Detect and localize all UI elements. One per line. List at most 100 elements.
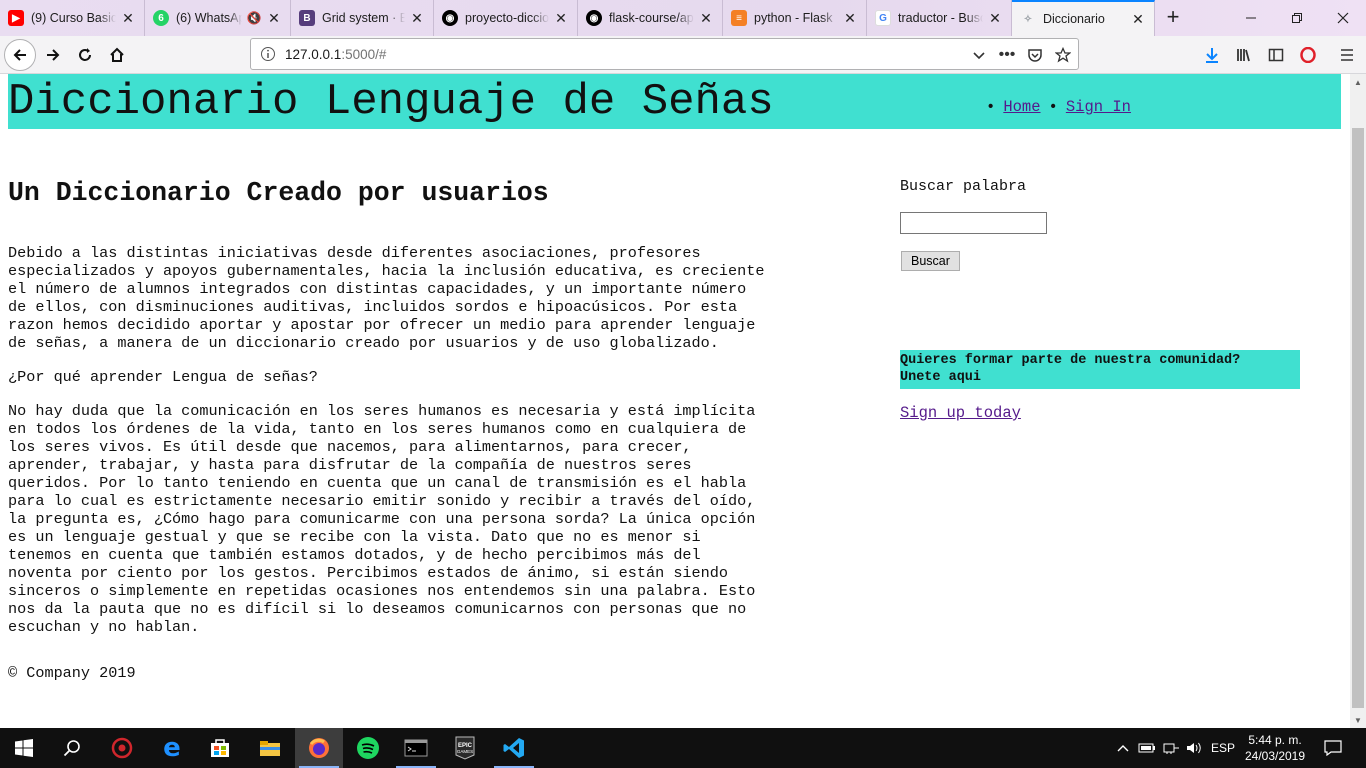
github-icon: ◉ bbox=[442, 10, 458, 26]
scroll-thumb[interactable] bbox=[1352, 128, 1364, 708]
tray-network[interactable] bbox=[1160, 728, 1182, 768]
close-icon[interactable]: ✕ bbox=[1130, 11, 1146, 28]
close-window-button[interactable] bbox=[1320, 0, 1366, 36]
clock-date: 24/03/2019 bbox=[1244, 749, 1306, 763]
tab-bootstrap[interactable]: B Grid system · Bo ✕ bbox=[291, 0, 434, 36]
new-tab-button[interactable]: + bbox=[1160, 5, 1186, 31]
close-icon[interactable]: ✕ bbox=[553, 10, 569, 27]
taskbar-clock[interactable]: 5:44 p. m. 24/03/2019 bbox=[1238, 732, 1312, 764]
arrow-right-icon bbox=[47, 49, 60, 61]
start-button[interactable] bbox=[0, 728, 48, 768]
star-icon bbox=[1055, 47, 1071, 63]
windows-start-icon bbox=[15, 739, 33, 757]
url-path: :5000/# bbox=[341, 47, 387, 62]
opera-extension-button[interactable] bbox=[1295, 42, 1321, 68]
sidebar-button[interactable] bbox=[1263, 42, 1289, 68]
search-button[interactable]: Buscar bbox=[901, 251, 960, 271]
tab-google[interactable]: G traductor - Busc ✕ bbox=[867, 0, 1012, 36]
tray-volume[interactable] bbox=[1184, 728, 1206, 768]
tab-github-flask[interactable]: ◉ flask-course/ap ✕ bbox=[578, 0, 723, 36]
taskbar-app-store[interactable] bbox=[196, 728, 244, 768]
tab-strip: ▶ (9) Curso Basico ✕ 6 (6) WhatsApp 🔇 ✕ … bbox=[0, 0, 1366, 36]
taskbar-app-game[interactable] bbox=[98, 728, 146, 768]
close-icon[interactable]: ✕ bbox=[842, 10, 858, 27]
spotify-icon bbox=[357, 737, 379, 759]
tray-battery[interactable] bbox=[1136, 728, 1158, 768]
navigation-toolbar: 127.0.0.1:5000/# ••• bbox=[0, 36, 1366, 74]
pocket-button[interactable] bbox=[1025, 45, 1045, 65]
edge-icon: e bbox=[163, 733, 181, 763]
scroll-up-arrow-icon[interactable]: ▲ bbox=[1350, 74, 1366, 90]
taskbar-app-spotify[interactable] bbox=[344, 728, 392, 768]
tab-whatsapp[interactable]: 6 (6) WhatsApp 🔇 ✕ bbox=[145, 0, 291, 36]
tab-youtube[interactable]: ▶ (9) Curso Basico ✕ bbox=[0, 0, 145, 36]
taskbar-search-button[interactable] bbox=[48, 728, 96, 768]
close-icon[interactable]: ✕ bbox=[987, 10, 1003, 27]
tab-stackoverflow[interactable]: ≡ python - Flask ✕ bbox=[723, 0, 867, 36]
home-icon bbox=[110, 47, 124, 62]
search-input[interactable] bbox=[900, 212, 1047, 234]
windows-taskbar: e EPIC GAMES ESP 5:44 p. m. 24/03/2019 bbox=[0, 728, 1366, 768]
tray-language[interactable]: ESP bbox=[1208, 728, 1238, 768]
footer-copyright: © Company 2019 bbox=[8, 664, 136, 682]
address-bar[interactable]: 127.0.0.1:5000/# ••• bbox=[250, 38, 1079, 70]
restore-icon bbox=[1292, 13, 1302, 23]
battery-icon bbox=[1138, 743, 1155, 753]
why-learn-heading: ¿Por qué aprender Lengua de señas? bbox=[8, 368, 318, 386]
page-actions-button[interactable]: ••• bbox=[997, 45, 1017, 65]
vertical-scrollbar[interactable]: ▲ ▼ bbox=[1350, 74, 1366, 728]
taskbar-app-epic[interactable]: EPIC GAMES bbox=[441, 728, 489, 768]
site-title: Diccionario Lenguaje de Señas bbox=[8, 77, 774, 127]
close-icon[interactable]: ✕ bbox=[266, 10, 282, 27]
main-heading: Un Diccionario Creado por usuarios bbox=[8, 178, 549, 208]
tab-github-proyecto[interactable]: ◉ proyecto-diccio ✕ bbox=[434, 0, 578, 36]
close-icon[interactable]: ✕ bbox=[409, 10, 425, 27]
taskbar-app-terminal[interactable] bbox=[392, 728, 440, 768]
restore-button[interactable] bbox=[1274, 0, 1320, 36]
whatsapp-icon: 6 bbox=[153, 10, 169, 26]
nav-link-home[interactable]: Home bbox=[1003, 98, 1040, 116]
reload-button[interactable] bbox=[69, 39, 101, 71]
taskbar-app-firefox[interactable] bbox=[295, 728, 343, 768]
tab-title: proyecto-diccio bbox=[465, 11, 549, 25]
taskbar-app-edge[interactable]: e bbox=[148, 728, 196, 768]
bookmark-button[interactable] bbox=[1053, 45, 1073, 65]
info-icon[interactable] bbox=[260, 46, 276, 62]
home-button[interactable] bbox=[101, 39, 133, 71]
downloads-button[interactable] bbox=[1199, 42, 1225, 68]
library-button[interactable] bbox=[1231, 42, 1257, 68]
action-center-button[interactable] bbox=[1318, 728, 1348, 768]
opera-icon bbox=[1300, 47, 1316, 63]
tray-overflow-button[interactable] bbox=[1114, 728, 1132, 768]
youtube-icon: ▶ bbox=[8, 10, 24, 26]
back-button[interactable] bbox=[4, 39, 36, 71]
file-explorer-icon bbox=[260, 741, 280, 756]
game-app-icon bbox=[111, 737, 133, 759]
mute-icon[interactable]: 🔇 bbox=[246, 11, 262, 25]
tab-title: python - Flask bbox=[754, 11, 833, 25]
epic-games-icon: EPICGAMES bbox=[455, 736, 475, 760]
minimize-icon bbox=[1246, 17, 1256, 19]
close-icon[interactable]: ✕ bbox=[120, 10, 136, 27]
menu-button[interactable] bbox=[1334, 42, 1360, 68]
taskbar-app-explorer[interactable] bbox=[246, 728, 294, 768]
url-text: 127.0.0.1:5000/# bbox=[285, 47, 386, 62]
clock-time: 5:44 p. m. bbox=[1248, 733, 1302, 747]
taskbar-app-vscode[interactable] bbox=[490, 728, 538, 768]
hamburger-menu-icon bbox=[1341, 49, 1353, 61]
nav-link-signin[interactable]: Sign In bbox=[1066, 98, 1131, 116]
forward-button[interactable] bbox=[37, 39, 69, 71]
url-host: 127.0.0.1 bbox=[285, 47, 342, 62]
reload-icon bbox=[79, 48, 91, 61]
scroll-down-arrow-icon[interactable]: ▼ bbox=[1350, 712, 1366, 728]
tab-diccionario[interactable]: ✧ Diccionario ✕ bbox=[1012, 0, 1155, 36]
nav-bullet: • bbox=[986, 98, 996, 116]
callout-line-2: Unete aqui bbox=[900, 370, 982, 385]
url-dropdown-button[interactable] bbox=[969, 45, 989, 65]
tab-title: traductor - Busc bbox=[898, 11, 983, 25]
close-icon[interactable]: ✕ bbox=[698, 10, 714, 27]
svg-text:GAMES: GAMES bbox=[457, 749, 473, 754]
minimize-button[interactable] bbox=[1228, 0, 1274, 36]
signup-link[interactable]: Sign up today bbox=[900, 404, 1021, 422]
github-icon: ◉ bbox=[586, 10, 602, 26]
